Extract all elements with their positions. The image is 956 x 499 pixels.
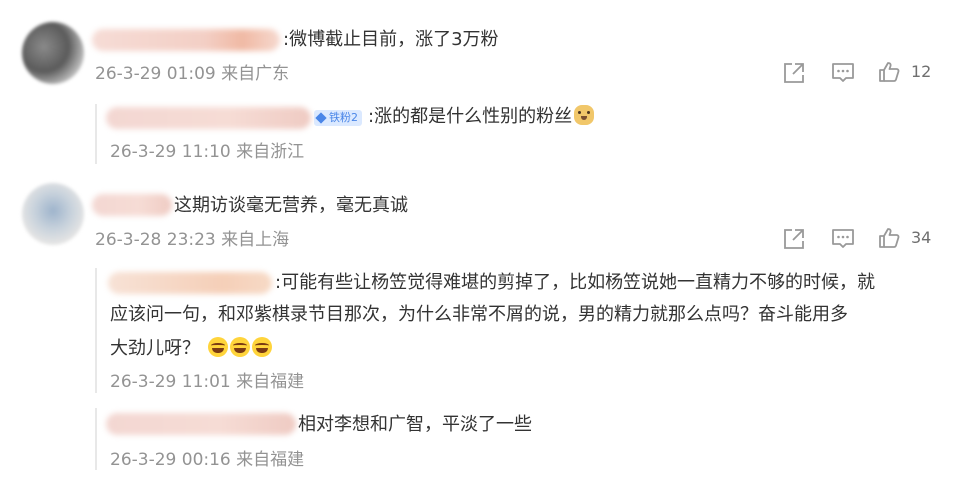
username[interactable] [92, 29, 280, 51]
comment-meta: 26-3-28 23:23 来自上海 [95, 230, 290, 250]
username[interactable] [92, 194, 172, 216]
comment-text: 这期访谈毫无营养，毫无真诚 [174, 195, 408, 216]
laugh-cry-icon [229, 337, 250, 357]
reply-username[interactable] [106, 413, 296, 435]
reply-text-content: 大劲儿呀？ [110, 338, 200, 359]
share-button[interactable] [782, 62, 806, 84]
comment-icon [832, 229, 854, 248]
reply-divider [95, 268, 97, 393]
thumbs-up-icon [879, 228, 900, 248]
like-count: 12 [911, 62, 932, 81]
avatar[interactable] [22, 183, 84, 245]
reply-divider [95, 104, 97, 164]
reply-meta: 26-3-29 00:16 来自福建 [110, 450, 305, 470]
like-count: 34 [911, 228, 932, 247]
reply-text-line: 应该问一句，和邓紫棋录节目那次，为什么非常不屑的说，男的精力就那么点吗？奋斗能用… [110, 304, 848, 325]
doge-icon [574, 105, 595, 125]
comment-button[interactable] [831, 61, 855, 85]
thumbs-up-icon [879, 62, 900, 82]
share-button[interactable] [782, 228, 806, 250]
reply-text: :涨的都是什么性别的粉丝 [368, 104, 595, 130]
like-button[interactable]: 34 [877, 226, 931, 250]
fan-badge: 铁粉2 [314, 110, 362, 126]
share-icon [784, 63, 804, 83]
laugh-cry-icon [207, 337, 228, 357]
comment-meta: 26-3-29 01:09 来自广东 [95, 64, 290, 84]
reply-meta: 26-3-29 11:01 来自福建 [110, 372, 305, 392]
avatar[interactable] [22, 22, 84, 84]
reply-text: 相对李想和广智，平淡了一些 [298, 414, 532, 435]
reply-username[interactable] [106, 107, 311, 129]
reply-username[interactable] [108, 272, 272, 294]
reply-text-content: :涨的都是什么性别的粉丝 [368, 106, 573, 127]
fan-badge-label: 铁粉2 [329, 111, 358, 124]
reply-text-line: :可能有些让杨笠觉得难堪的剪掉了，比如杨笠说她一直精力不够的时候，就 [275, 272, 876, 293]
reply-meta: 26-3-29 11:10 来自浙江 [110, 142, 305, 162]
comment-text: :微博截止目前，涨了3万粉 [283, 29, 499, 50]
diamond-icon [315, 112, 327, 124]
share-icon [784, 229, 804, 249]
like-button[interactable]: 12 [877, 60, 931, 84]
comment-button[interactable] [831, 227, 855, 251]
laugh-cry-icon [251, 337, 272, 357]
reply-text-line: 大劲儿呀？ [110, 336, 272, 362]
reply-divider [95, 408, 97, 470]
comment-icon [832, 63, 854, 82]
